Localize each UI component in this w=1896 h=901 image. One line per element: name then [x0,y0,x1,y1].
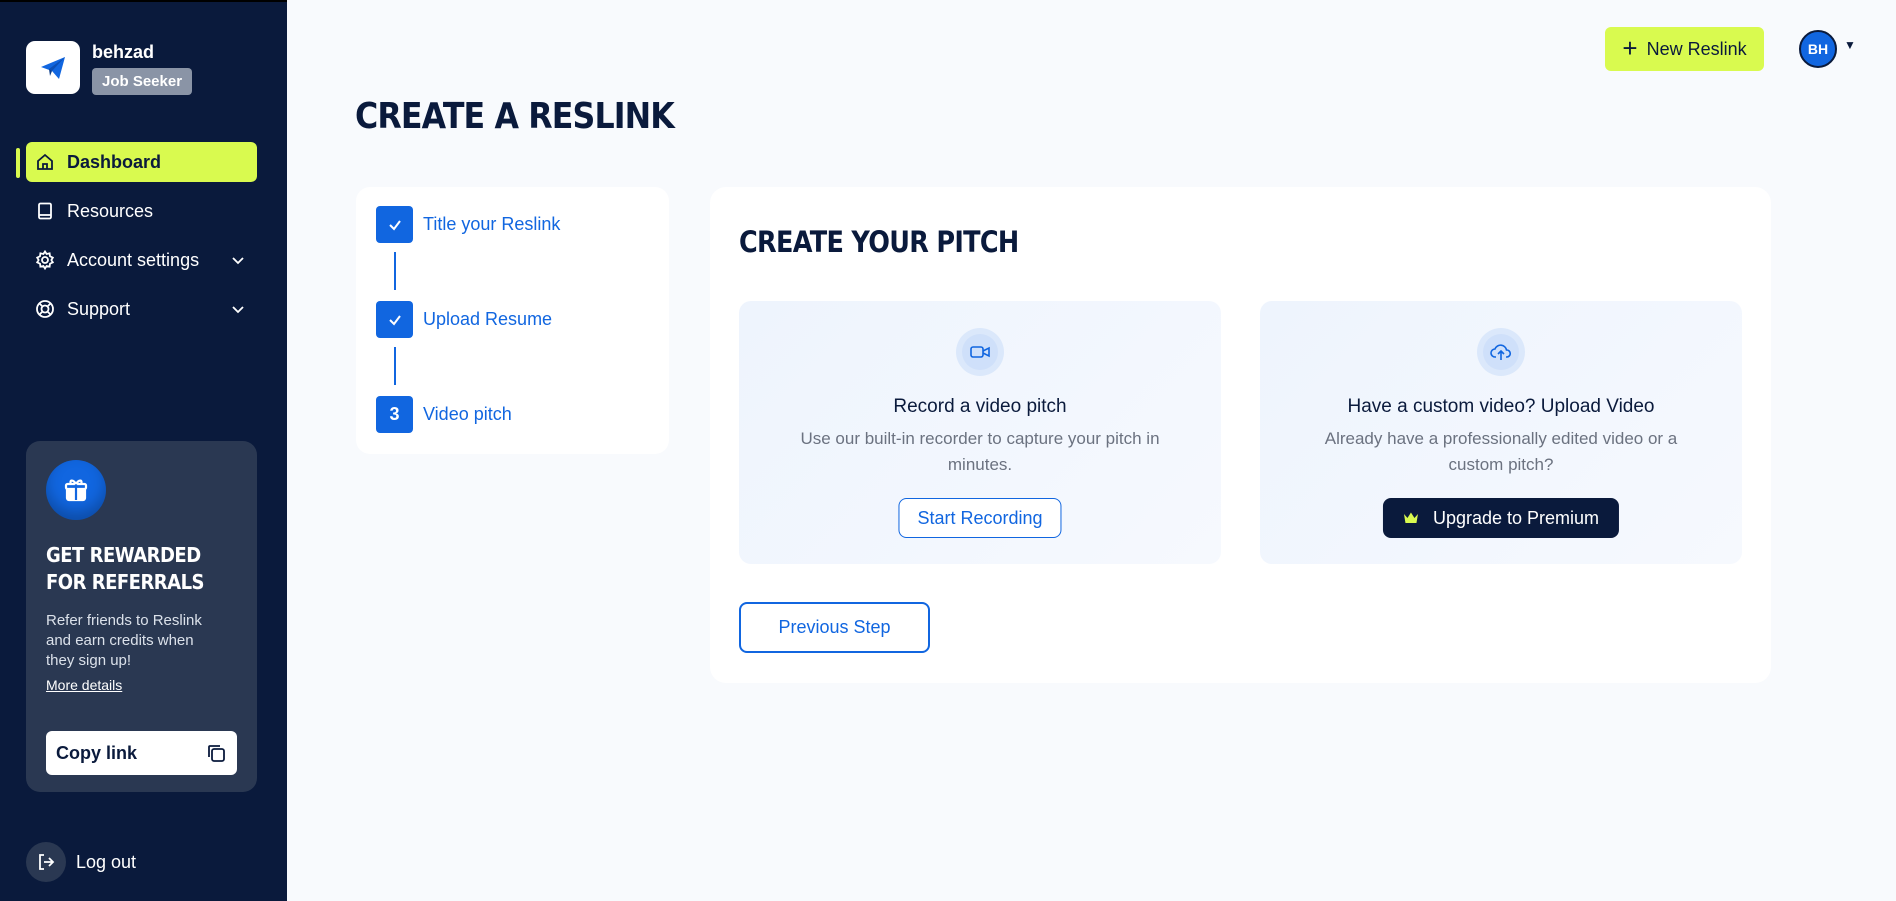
copy-link-label: Copy link [56,742,138,763]
video-camera-icon [956,328,1004,376]
active-indicator [16,148,20,178]
more-details-link[interactable]: More details [46,677,122,693]
sidebar-item-label: Account settings [67,249,200,270]
upgrade-label: Upgrade to Premium [1432,507,1600,528]
chevron-down-icon [232,306,244,314]
logout-icon [26,842,66,882]
plus-icon: + [1622,32,1638,63]
record-desc: Use our built-in recorder to capture you… [800,429,1160,474]
step-connector [394,252,396,290]
gear-icon [35,250,55,270]
gift-icon [46,460,106,520]
referral-title: GET REWARDED FOR REFERRALS [46,543,205,594]
page-title: CREATE A RESLINK [355,96,675,137]
logout-label: Log out [76,851,137,872]
caret-down-icon[interactable]: ▼ [1844,38,1856,52]
user-name: behzad [92,42,155,62]
upload-option: Have a custom video? Upload Video Alread… [1260,301,1742,564]
check-icon [376,301,413,338]
sidebar-item-label: Dashboard [67,151,162,172]
previous-step-button[interactable]: Previous Step [739,602,930,653]
step-title[interactable]: Title your Reslink [376,206,560,243]
logo-paper-plane-icon[interactable] [26,41,80,94]
role-badge: Job Seeker [92,68,193,95]
check-icon [376,206,413,243]
crown-icon [1403,512,1418,523]
chevron-down-icon [232,257,244,265]
pitch-title: CREATE YOUR PITCH [739,225,1019,259]
lifebuoy-icon [36,300,54,318]
record-title: Record a video pitch [893,396,1067,417]
upload-desc: Already have a professionally edited vid… [1324,429,1678,474]
sidebar: behzad Job Seeker Dashboard Resources Ac… [0,0,287,901]
new-reslink-button[interactable]: + New Reslink [1605,27,1764,71]
record-option: Record a video pitch Use our built-in re… [739,301,1221,564]
copy-icon [208,745,225,762]
cloud-upload-icon [1477,328,1525,376]
step-label: Upload Resume [423,309,553,329]
start-recording-button[interactable]: Start Recording [898,498,1062,538]
step-number: 3 [376,396,413,433]
referral-card: GET REWARDED FOR REFERRALS Refer friends… [26,441,257,792]
sidebar-item-account-settings[interactable]: Account settings [26,240,257,280]
home-icon [37,153,53,170]
pitch-card: CREATE YOUR PITCH Record a video pitch U… [710,187,1771,683]
sidebar-item-label: Support [67,298,131,319]
logout-button[interactable]: Log out [26,842,136,882]
avatar[interactable]: BH [1799,30,1837,68]
sidebar-item-support[interactable]: Support [26,289,257,329]
book-icon [38,202,52,220]
step-label: Video pitch [423,404,512,424]
step-label: Title your Reslink [423,214,561,234]
sidebar-item-resources[interactable]: Resources [26,191,257,231]
step-video-pitch[interactable]: 3 Video pitch [376,396,512,433]
sidebar-item-label: Resources [67,200,154,221]
stepper: Title your Reslink Upload Resume 3 Video… [356,187,669,454]
new-reslink-label: New Reslink [1646,38,1747,59]
step-connector [394,347,396,385]
step-upload-resume[interactable]: Upload Resume [376,301,552,338]
upload-title: Have a custom video? Upload Video [1347,396,1655,417]
upgrade-premium-button[interactable]: Upgrade to Premium [1382,498,1620,538]
sidebar-nav: Dashboard Resources Account settings Sup… [26,142,257,338]
copy-link-button[interactable]: Copy link [46,731,237,775]
referral-text: Refer friends to Reslink and earn credit… [46,612,202,669]
brand: behzad Job Seeker [26,41,193,95]
sidebar-item-dashboard[interactable]: Dashboard [26,142,257,182]
